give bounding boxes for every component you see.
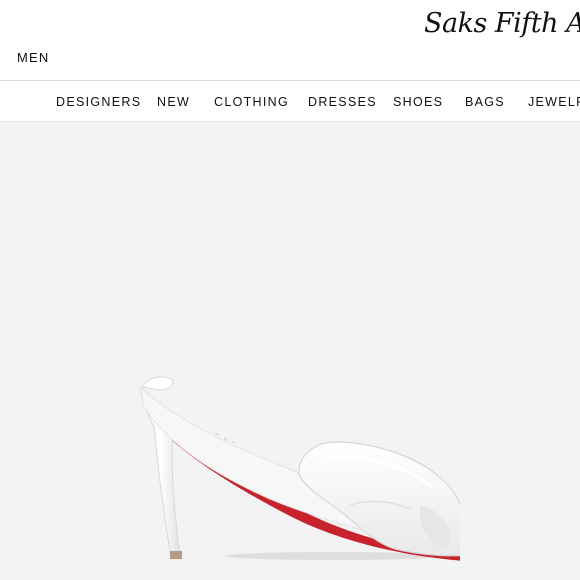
nav-item-clothing[interactable]: CLOTHING — [214, 95, 289, 109]
product-image-area[interactable] — [0, 122, 580, 580]
nav-item-bags[interactable]: BAGS — [465, 95, 505, 109]
nav-item-new[interactable]: NEW — [157, 95, 190, 109]
white-peep-toe-mule-icon — [139, 376, 460, 561]
nav-item-jewelry[interactable]: JEWELRY — [528, 95, 580, 109]
nav-item-designers[interactable]: DESIGNERS — [56, 95, 141, 109]
nav-item-shoes[interactable]: SHOES — [393, 95, 443, 109]
category-nav: DESIGNERS NEW CLOTHING DRESSES SHOES BAG… — [0, 81, 580, 121]
page: MEN Saks Fifth Avenue DESIGNERS NEW CLOT… — [0, 0, 580, 580]
nav-item-dresses[interactable]: DRESSES — [308, 95, 377, 109]
saks-logo[interactable]: Saks Fifth Avenue — [424, 8, 580, 39]
top-bar: MEN Saks Fifth Avenue — [0, 0, 580, 80]
men-link[interactable]: MEN — [17, 50, 50, 65]
